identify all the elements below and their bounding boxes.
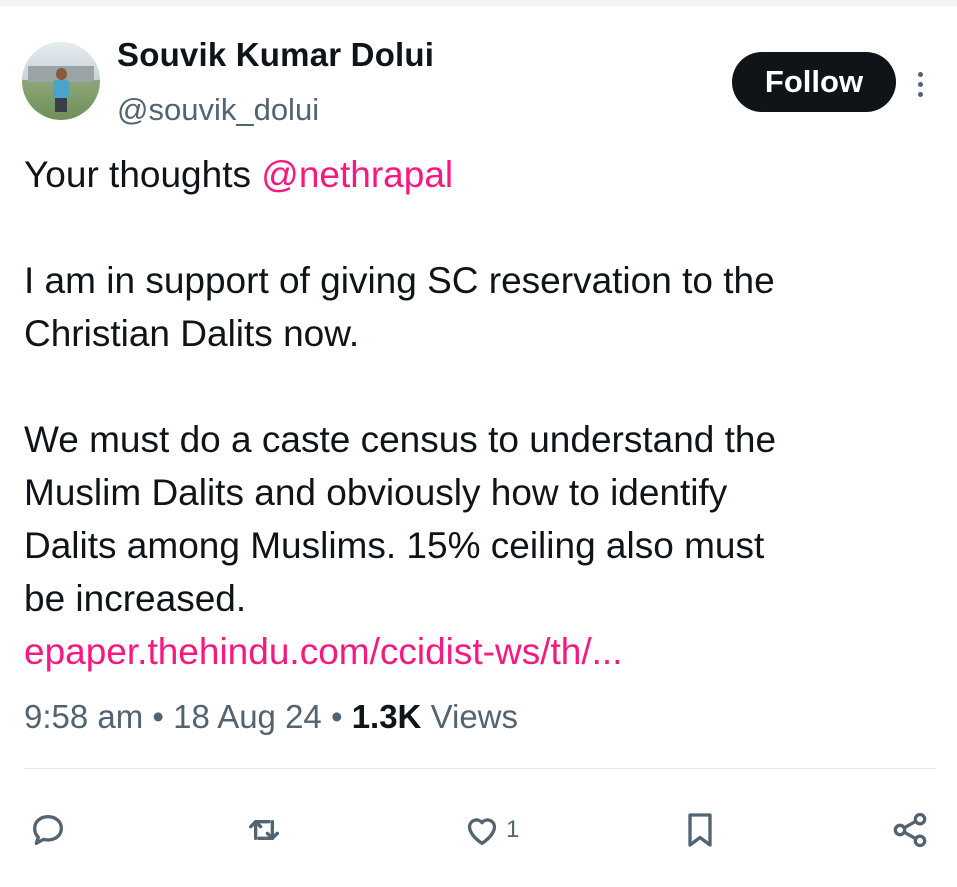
reply-button[interactable] [28, 808, 68, 852]
more-options-icon[interactable] [910, 64, 930, 104]
share-button[interactable] [890, 808, 930, 852]
tweet-date[interactable]: 18 Aug 24 [173, 698, 322, 735]
tweet-line: Christian Dalits now. [24, 313, 360, 354]
author-name[interactable]: Souvik Kumar Dolui [117, 36, 434, 74]
like-button[interactable]: 1 [462, 808, 519, 852]
tweet-line: Dalits among Muslims. 15% ceiling also m… [24, 525, 765, 566]
bookmark-button[interactable] [680, 808, 720, 852]
reply-icon [33, 815, 63, 845]
author-handle[interactable]: @souvik_dolui [117, 92, 319, 128]
tweet-line: Muslim Dalits and obviously how to ident… [24, 472, 728, 513]
tweet-line: I am in support of giving SC reservation… [24, 260, 775, 301]
follow-button[interactable]: Follow [732, 52, 896, 112]
tweet-text: Your thoughts @nethrapal I am in support… [24, 148, 944, 678]
tweet-line: be increased. [24, 578, 247, 619]
avatar[interactable] [22, 42, 100, 120]
avatar-person [52, 68, 70, 112]
bookmark-icon [688, 813, 712, 847]
tweet-time[interactable]: 9:58 am [24, 698, 143, 735]
tweet-line: Your thoughts @nethrapal [24, 148, 944, 201]
external-link[interactable]: epaper.thehindu.com/ccidist-ws/th/... [24, 631, 622, 672]
tweet-line: We must do a caste census to understand … [24, 419, 777, 460]
action-bar-divider [24, 768, 936, 769]
retweet-button[interactable] [244, 808, 284, 852]
separator: • [143, 698, 174, 735]
mention-link[interactable]: @nethrapal [261, 154, 453, 195]
share-icon [893, 812, 927, 848]
tweet-metadata: 9:58 am • 18 Aug 24 • 1.3K Views [24, 698, 518, 736]
like-icon [467, 818, 497, 845]
separator: • [321, 698, 352, 735]
top-divider [0, 0, 957, 6]
like-count: 1 [506, 816, 520, 843]
tweet-intro: Your thoughts [24, 154, 262, 195]
views-label: Views [421, 698, 519, 735]
views-count: 1.3K [351, 698, 422, 735]
retweet-icon [249, 820, 279, 840]
